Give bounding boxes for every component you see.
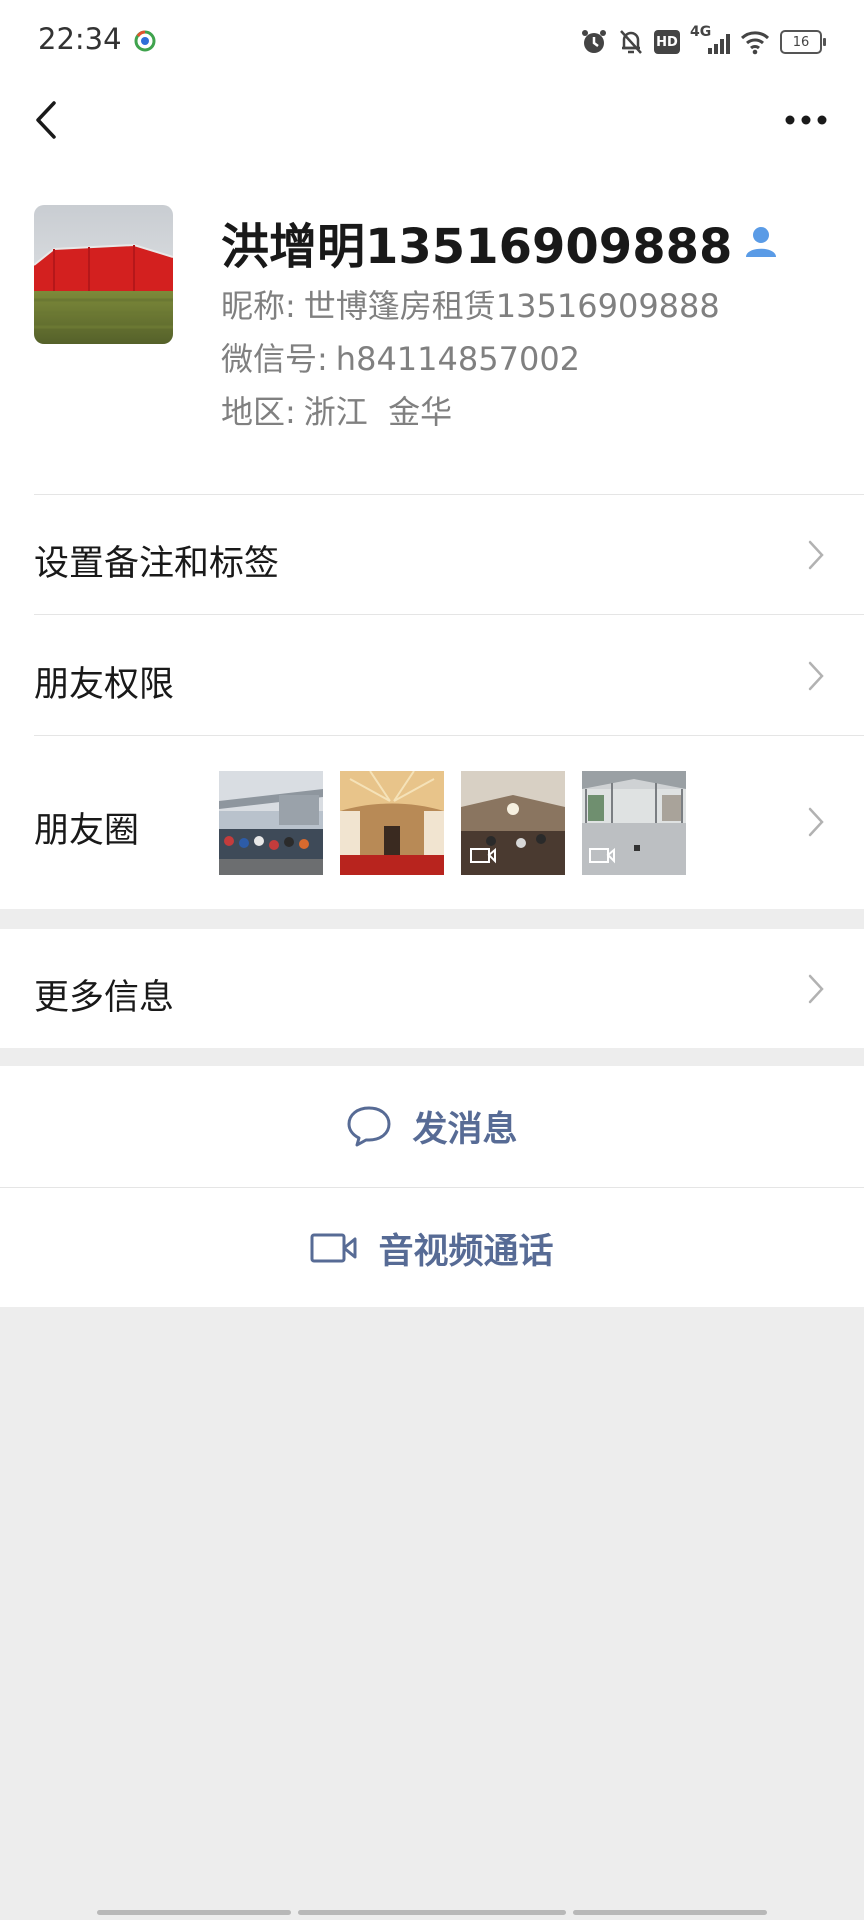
chat-bubble-icon	[347, 1106, 391, 1147]
moments-video[interactable]	[461, 771, 565, 875]
wechat-id-line: 微信号: h84114857002	[221, 334, 580, 380]
alarm-icon	[580, 28, 608, 56]
contact-name-row: 洪增明13516909888	[221, 207, 778, 277]
hd-icon: HD	[654, 30, 680, 54]
send-message-button[interactable]: 发消息	[0, 1066, 864, 1186]
nickname-value: 世博篷房租赁13516909888	[303, 287, 720, 325]
friend-permissions-label: 朋友权限	[34, 665, 175, 705]
friend-permissions-row[interactable]: 朋友权限	[0, 615, 864, 735]
signal-4g-icon: 4G	[690, 24, 730, 56]
av-call-label: 音视频通话	[378, 1231, 554, 1272]
contact-name: 洪增明13516909888	[221, 219, 733, 275]
more-info-row[interactable]: 更多信息	[0, 929, 864, 1048]
send-message-label: 发消息	[412, 1109, 518, 1150]
avatar[interactable]	[34, 205, 173, 344]
more-info-label: 更多信息	[34, 978, 175, 1018]
moments-video[interactable]	[582, 771, 686, 875]
chevron-left-icon	[36, 101, 56, 139]
gesture-bar	[298, 1910, 566, 1915]
region-label: 地区:	[221, 393, 296, 431]
video-camera-icon	[310, 1233, 357, 1263]
nickname-label: 昵称:	[221, 287, 296, 325]
nickname-line: 昵称: 世博篷房租赁13516909888	[221, 281, 720, 327]
wifi-icon	[740, 29, 770, 55]
moments-photos	[219, 771, 686, 875]
remark-tags-label: 设置备注和标签	[34, 544, 280, 584]
gesture-bar	[97, 1910, 291, 1915]
region-value: 浙江 金华	[303, 393, 453, 431]
wechat-id-value[interactable]: h84114857002	[336, 340, 580, 378]
chevron-right-icon	[808, 540, 824, 570]
moments-label: 朋友圈	[34, 811, 140, 851]
section-gap	[0, 909, 864, 929]
moments-photo[interactable]	[219, 771, 323, 875]
app-notification-icon	[134, 30, 156, 52]
person-icon	[744, 225, 778, 259]
status-time: 22:34	[38, 22, 122, 56]
more-button[interactable]	[778, 100, 834, 140]
remark-tags-row[interactable]: 设置备注和标签	[0, 495, 864, 614]
chevron-right-icon	[808, 807, 824, 837]
more-dots-icon	[785, 115, 827, 125]
gesture-bar	[573, 1910, 767, 1915]
chevron-right-icon	[808, 974, 824, 1004]
av-call-button[interactable]: 音视频通话	[0, 1188, 864, 1308]
section-gap	[0, 1048, 864, 1066]
chevron-right-icon	[808, 661, 824, 691]
battery-icon: 16	[780, 30, 826, 54]
status-icons: HD 4G 16	[580, 24, 826, 58]
wechat-id-label: 微信号:	[221, 340, 328, 378]
battery-level: 16	[792, 34, 810, 50]
region-line: 地区: 浙江 金华	[221, 387, 452, 433]
mute-bell-icon	[618, 28, 644, 56]
back-button[interactable]	[24, 92, 68, 148]
hd-label: HD	[656, 34, 678, 50]
moments-photo[interactable]	[340, 771, 444, 875]
